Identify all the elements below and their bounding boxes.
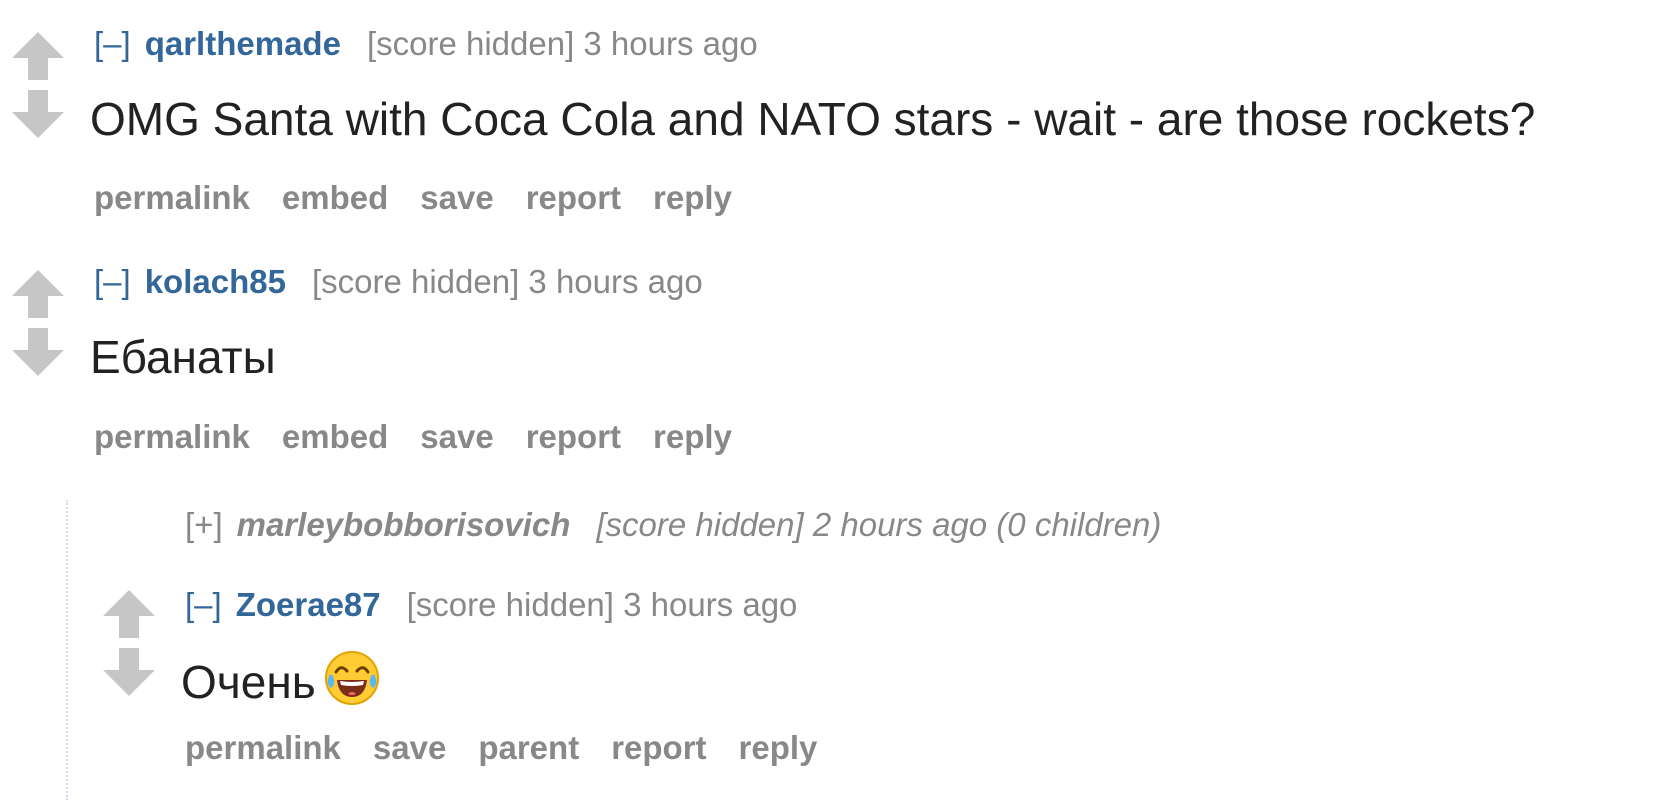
comment-qarlthemade: [–] qarlthemade [score hidden] 3 hours ago… bbox=[0, 0, 1672, 230]
permalink-button[interactable]: permalink bbox=[94, 179, 250, 216]
upvote-arrow-icon[interactable] bbox=[12, 270, 64, 318]
comment-kolach85: [–] kolach85 [score hidden] 3 hours ago Еб… bbox=[0, 240, 1672, 470]
comment-meta: [score hidden] 3 hours ago bbox=[406, 586, 798, 623]
comment-author[interactable]: kolach85 bbox=[145, 263, 286, 300]
embed-button[interactable]: embed bbox=[282, 418, 388, 455]
face-with-tears-of-joy-icon bbox=[324, 651, 379, 705]
save-button[interactable]: save bbox=[373, 729, 446, 766]
comment-meta: [score hidden] 2 hours ago (0 children) bbox=[596, 506, 1162, 543]
collapsed-comment-marleybobborisovich: [+] marleybobborisovich [score hidden] 2 h… bbox=[185, 505, 1161, 545]
comment-body-text: Очень bbox=[181, 656, 316, 708]
comment-tagline: [–] Zoerae87 [score hidden] 3 hours ago bbox=[185, 585, 797, 625]
embed-button[interactable]: embed bbox=[282, 179, 388, 216]
collapse-toggle[interactable]: [–] bbox=[94, 25, 131, 62]
comment-author[interactable]: Zoerae87 bbox=[236, 586, 381, 623]
report-button[interactable]: report bbox=[526, 418, 621, 455]
permalink-button[interactable]: permalink bbox=[94, 418, 250, 455]
upvote-arrow-icon[interactable] bbox=[12, 32, 64, 80]
reply-button[interactable]: reply bbox=[653, 179, 732, 216]
save-button[interactable]: save bbox=[420, 418, 493, 455]
comment-action-buttons: permalink save parent report reply bbox=[185, 728, 849, 768]
permalink-button[interactable]: permalink bbox=[185, 729, 341, 766]
report-button[interactable]: report bbox=[611, 729, 706, 766]
report-button[interactable]: report bbox=[526, 179, 621, 216]
comment-tagline: [–] kolach85 [score hidden] 3 hours ago bbox=[94, 262, 703, 302]
comment-action-buttons: permalink embed save report reply bbox=[94, 417, 764, 457]
comment-author[interactable]: qarlthemade bbox=[145, 25, 341, 62]
comment-author[interactable]: marleybobborisovich bbox=[237, 506, 571, 543]
expand-toggle[interactable]: [+] bbox=[185, 506, 223, 543]
comment-body: Ебанаты bbox=[90, 331, 276, 383]
downvote-arrow-icon[interactable] bbox=[12, 90, 64, 138]
save-button[interactable]: save bbox=[420, 179, 493, 216]
parent-button[interactable]: parent bbox=[478, 729, 579, 766]
comment-meta: [score hidden] 3 hours ago bbox=[366, 25, 758, 62]
collapse-toggle[interactable]: [–] bbox=[185, 586, 222, 623]
collapse-toggle[interactable]: [–] bbox=[94, 263, 131, 300]
downvote-arrow-icon[interactable] bbox=[12, 328, 64, 376]
downvote-arrow-icon[interactable] bbox=[103, 648, 155, 696]
reply-button[interactable]: reply bbox=[653, 418, 732, 455]
comment-action-buttons: permalink embed save report reply bbox=[94, 178, 764, 218]
upvote-arrow-icon[interactable] bbox=[103, 590, 155, 638]
comment-meta: [score hidden] 3 hours ago bbox=[311, 263, 703, 300]
reply-button[interactable]: reply bbox=[739, 729, 818, 766]
comment-tagline: [–] qarlthemade [score hidden] 3 hours ago bbox=[94, 24, 758, 64]
comment-body: Очень bbox=[181, 650, 380, 709]
comment-zoerae87: [–] Zoerae87 [score hidden] 3 hours ago Оч… bbox=[0, 560, 1672, 786]
comment-body: OMG Santa with Coca Cola and NATO stars … bbox=[90, 93, 1536, 145]
